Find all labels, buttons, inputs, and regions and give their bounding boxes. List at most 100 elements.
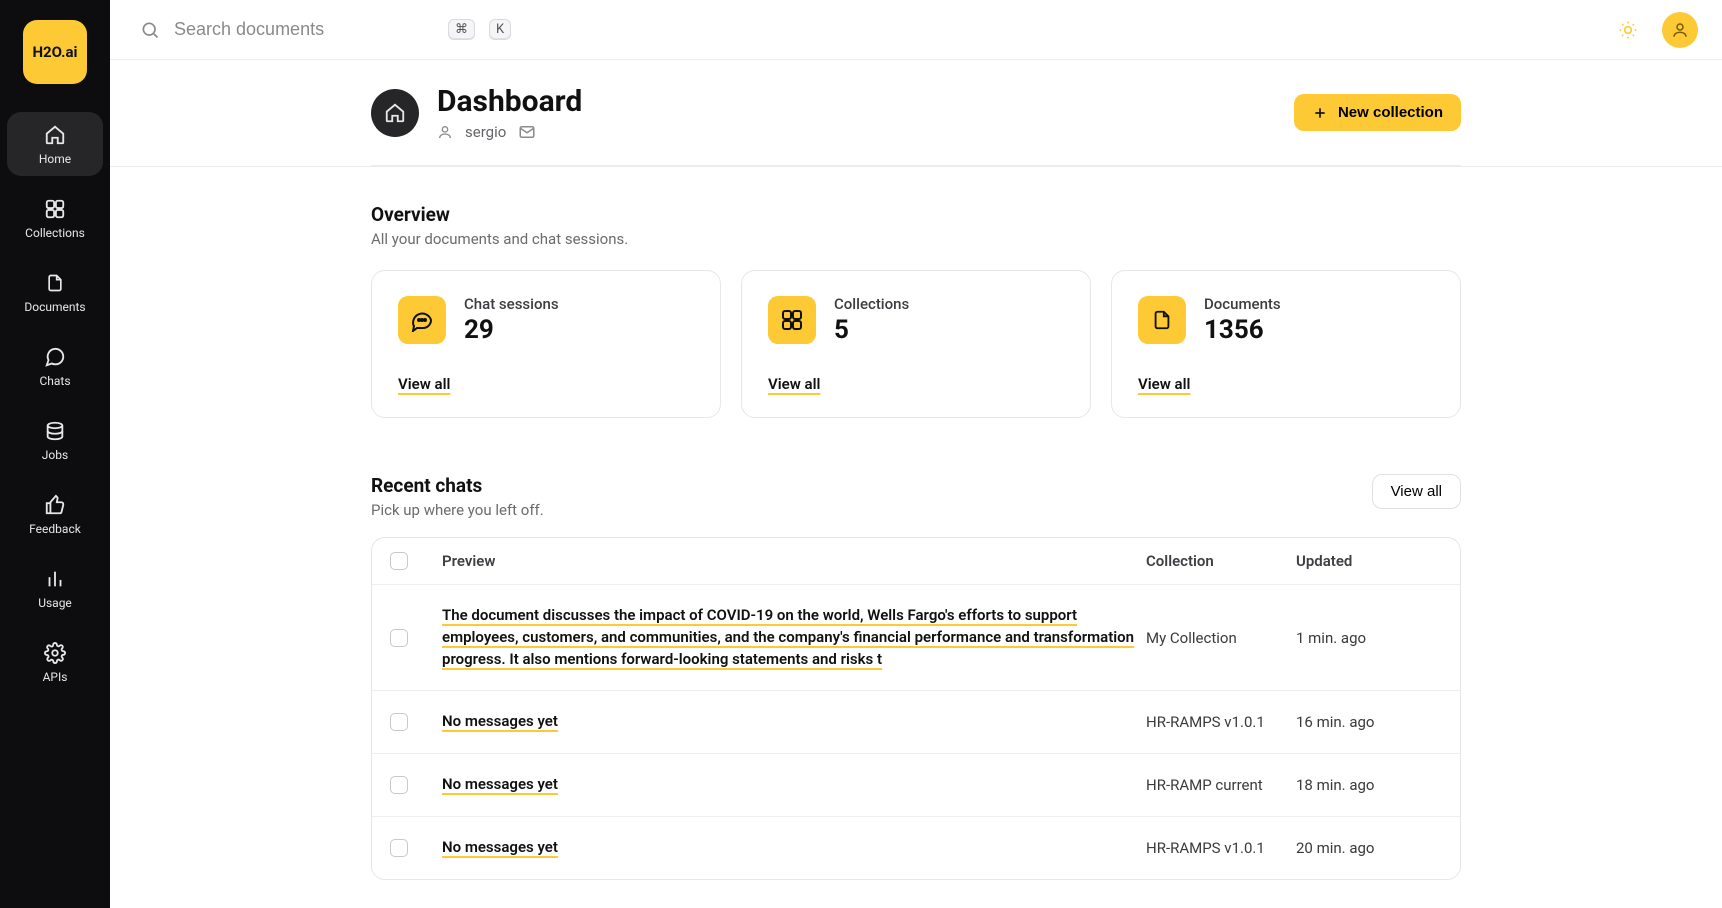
table-row: No messages yet HR-RAMPS v1.0.1 16 min. … — [372, 691, 1460, 754]
table-row: No messages yet HR-RAMP current 18 min. … — [372, 754, 1460, 817]
recent-head: Recent chats Pick up where you left off.… — [371, 474, 1461, 519]
select-all-checkbox[interactable] — [390, 552, 408, 570]
search-input[interactable] — [174, 19, 434, 40]
row-collection: My Collection — [1146, 629, 1296, 647]
topbar: ⌘ K — [110, 0, 1722, 60]
page-title: Dashboard — [437, 84, 1276, 119]
mail-icon[interactable] — [518, 123, 536, 141]
row-checkbox[interactable] — [390, 839, 408, 857]
overview-head: Overview All your documents and chat ses… — [371, 203, 1461, 248]
table-row: No messages yet HR-RAMPS v1.0.1 20 min. … — [372, 817, 1460, 879]
stat-value: 29 — [464, 315, 559, 345]
view-all-link[interactable]: View all — [398, 375, 450, 393]
sun-icon — [1618, 20, 1638, 40]
plus-icon — [1312, 105, 1328, 121]
view-all-button[interactable]: View all — [1372, 474, 1461, 509]
row-checkbox[interactable] — [390, 713, 408, 731]
chat-bubble-icon — [398, 296, 446, 344]
sidebar: H2O.ai Home Collections Documents Chats — [0, 0, 110, 908]
thumb-up-icon — [44, 494, 66, 516]
topbar-right — [1610, 12, 1698, 48]
sidebar-item-home[interactable]: Home — [7, 112, 103, 176]
avatar[interactable] — [1662, 12, 1698, 48]
view-all-link[interactable]: View all — [1138, 375, 1190, 393]
shortcut-key: K — [489, 19, 511, 40]
username: sergio — [465, 123, 506, 141]
sidebar-item-label: Usage — [38, 596, 72, 610]
col-collection: Collection — [1146, 552, 1296, 570]
overview-cards: Chat sessions 29 View all Collections 5 — [371, 270, 1461, 418]
stat-label: Collections — [834, 295, 909, 313]
chat-preview-link[interactable]: No messages yet — [442, 711, 1146, 733]
sidebar-item-jobs[interactable]: Jobs — [7, 408, 103, 472]
document-icon — [44, 272, 66, 294]
recent-subtitle: Pick up where you left off. — [371, 501, 544, 519]
sidebar-item-usage[interactable]: Usage — [7, 556, 103, 620]
row-checkbox[interactable] — [390, 629, 408, 647]
recent-title: Recent chats — [371, 474, 544, 497]
sidebar-item-documents[interactable]: Documents — [7, 260, 103, 324]
content: Overview All your documents and chat ses… — [371, 167, 1461, 880]
grid-icon — [44, 198, 66, 220]
new-collection-label: New collection — [1338, 104, 1443, 121]
grid-icon — [768, 296, 816, 344]
card-chat-sessions: Chat sessions 29 View all — [371, 270, 721, 418]
stack-icon — [44, 420, 66, 442]
page-icon — [371, 89, 419, 137]
sidebar-item-label: Chats — [39, 374, 70, 388]
sidebar-item-label: Feedback — [29, 522, 81, 536]
row-updated: 18 min. ago — [1296, 776, 1446, 794]
user-icon — [1671, 21, 1689, 39]
sidebar-item-collections[interactable]: Collections — [7, 186, 103, 250]
user-icon — [437, 124, 453, 140]
home-icon — [384, 102, 406, 124]
page-title-block: Dashboard sergio — [437, 84, 1276, 141]
table-header: Preview Collection Updated — [372, 538, 1460, 585]
theme-toggle[interactable] — [1610, 12, 1646, 48]
gear-icon — [44, 642, 66, 664]
shortcut-modifier: ⌘ — [448, 19, 475, 40]
sidebar-item-apis[interactable]: APIs — [7, 630, 103, 694]
sidebar-nav: Home Collections Documents Chats Jobs — [0, 112, 110, 694]
main-column: ⌘ K Dashboard sergio — [110, 0, 1722, 908]
row-collection: HR-RAMPS v1.0.1 — [1146, 839, 1296, 857]
view-all-link[interactable]: View all — [768, 375, 820, 393]
row-updated: 20 min. ago — [1296, 839, 1446, 857]
sidebar-item-label: Collections — [25, 226, 85, 240]
sidebar-item-label: Documents — [24, 300, 85, 314]
row-updated: 16 min. ago — [1296, 713, 1446, 731]
chat-preview-link[interactable]: No messages yet — [442, 837, 1146, 859]
sidebar-item-label: Home — [39, 152, 71, 166]
row-collection: HR-RAMP current — [1146, 776, 1296, 794]
sidebar-item-label: Jobs — [42, 448, 68, 462]
page-header: Dashboard sergio New collection — [371, 60, 1461, 166]
chat-icon — [44, 346, 66, 368]
stat-label: Chat sessions — [464, 295, 559, 313]
sidebar-item-feedback[interactable]: Feedback — [7, 482, 103, 546]
stat-label: Documents — [1204, 295, 1281, 313]
col-preview: Preview — [442, 552, 1146, 570]
search: ⌘ K — [140, 19, 1598, 40]
recent-chats-table: Preview Collection Updated The document … — [371, 537, 1461, 880]
stat-value: 5 — [834, 315, 909, 345]
card-collections: Collections 5 View all — [741, 270, 1091, 418]
brand-logo[interactable]: H2O.ai — [23, 20, 87, 84]
new-collection-button[interactable]: New collection — [1294, 94, 1461, 131]
card-documents: Documents 1356 View all — [1111, 270, 1461, 418]
table-row: The document discusses the impact of COV… — [372, 585, 1460, 691]
document-icon — [1138, 296, 1186, 344]
col-updated: Updated — [1296, 552, 1446, 570]
row-checkbox[interactable] — [390, 776, 408, 794]
row-updated: 1 min. ago — [1296, 629, 1446, 647]
overview-subtitle: All your documents and chat sessions. — [371, 230, 1461, 248]
sidebar-item-label: APIs — [43, 670, 68, 684]
chat-preview-link[interactable]: No messages yet — [442, 774, 1146, 796]
home-icon — [44, 124, 66, 146]
sidebar-item-chats[interactable]: Chats — [7, 334, 103, 398]
stat-value: 1356 — [1204, 315, 1281, 345]
bar-chart-icon — [44, 568, 66, 590]
chat-preview-link[interactable]: The document discusses the impact of COV… — [442, 605, 1146, 670]
overview-title: Overview — [371, 203, 1461, 226]
row-collection: HR-RAMPS v1.0.1 — [1146, 713, 1296, 731]
search-icon — [140, 20, 160, 40]
